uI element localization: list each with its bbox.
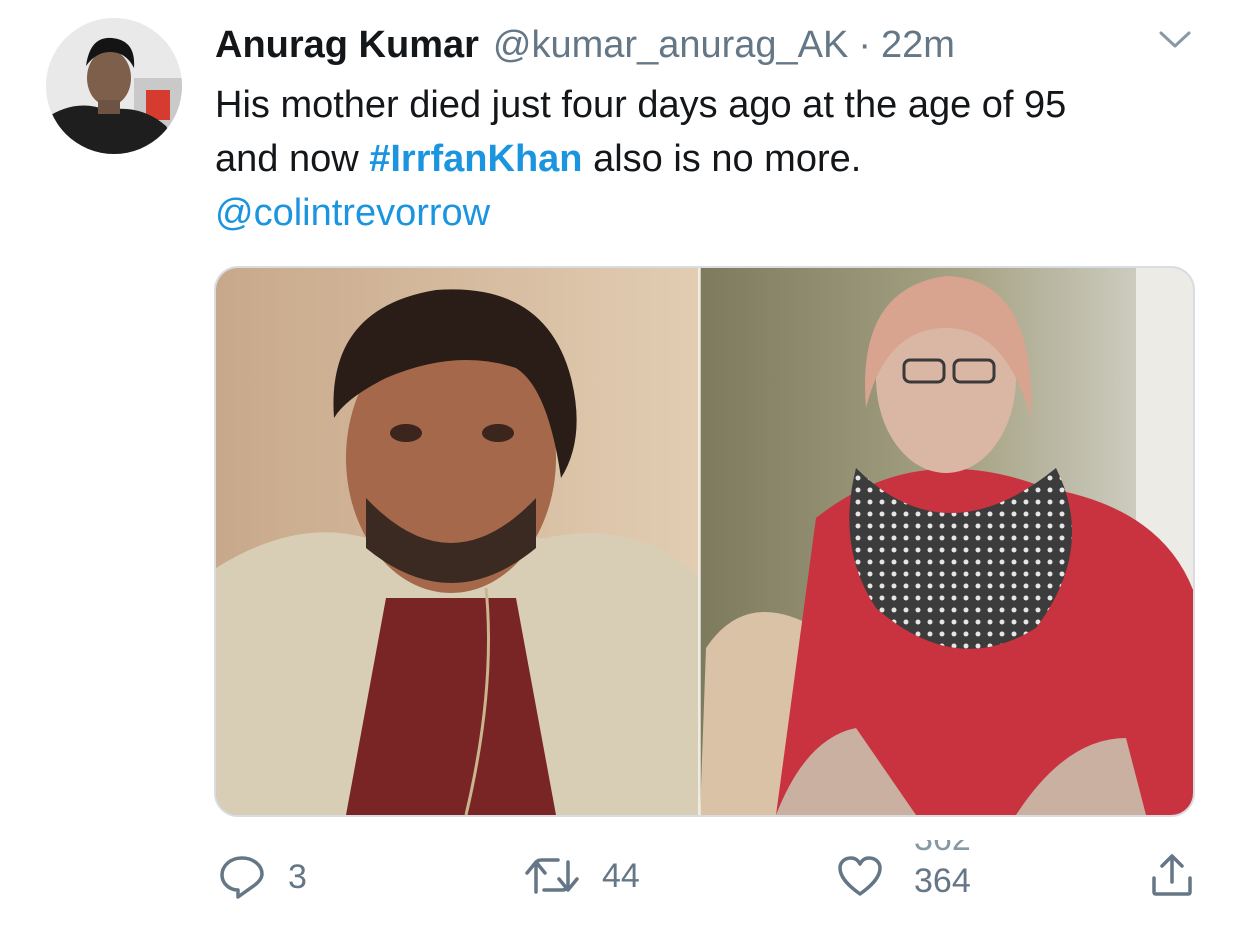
retweet-icon	[525, 858, 579, 894]
retweet-count: 44	[602, 856, 640, 895]
retweet-button[interactable]: 44	[524, 854, 640, 898]
timestamp[interactable]: 22m	[881, 22, 955, 68]
heart-icon	[838, 856, 882, 896]
reply-icon	[220, 856, 264, 899]
reply-count: 3	[288, 857, 307, 896]
tweet-text-line-2: and now #IrrfanKhan also is no more.	[215, 132, 1215, 186]
tweet-media-image[interactable]	[214, 266, 1195, 817]
share-icon	[1152, 854, 1192, 896]
tweet-text-prefix: and now	[215, 138, 370, 180]
chevron-down-icon[interactable]	[1157, 28, 1193, 52]
reply-button[interactable]: 3	[218, 854, 307, 900]
mention-link[interactable]: @colintrevorrow	[215, 186, 1215, 240]
like-button[interactable]	[836, 854, 884, 898]
like-count-previous: 362	[914, 840, 971, 859]
tweet-header: Anurag Kumar @kumar_anurag_AK · 22m	[215, 22, 1205, 68]
like-count: 364	[914, 862, 971, 900]
like-count-ticker: 362 364	[914, 840, 1004, 908]
avatar[interactable]	[46, 18, 182, 154]
tweet-text-line-1: His mother died just four days ago at th…	[215, 84, 1067, 126]
share-button[interactable]	[1150, 852, 1194, 898]
hashtag-link[interactable]: #IrrfanKhan	[369, 138, 582, 180]
separator-dot: ·	[858, 24, 872, 66]
tweet-text: His mother died just four days ago at th…	[215, 78, 1215, 240]
author-handle[interactable]: @kumar_anurag_AK	[493, 22, 848, 68]
tweet-text-suffix: also is no more.	[582, 138, 862, 180]
author-name[interactable]: Anurag Kumar	[215, 22, 479, 68]
tweet-actions: 3 44 362 364	[0, 840, 1242, 920]
